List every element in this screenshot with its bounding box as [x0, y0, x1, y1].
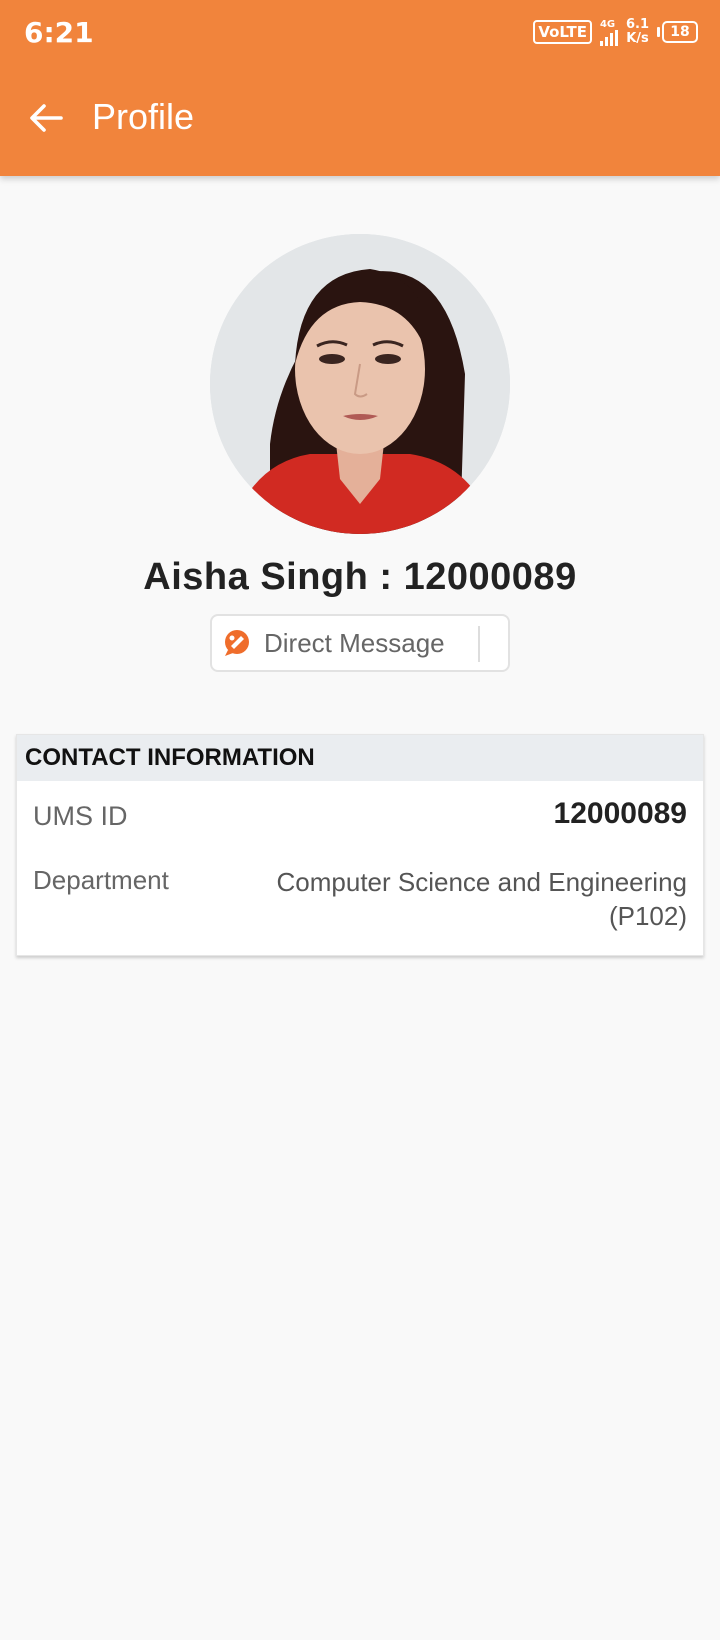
- battery-level: 18: [662, 21, 698, 43]
- app-bar: 6:21 VoLTE 4G 6.1 K/s 18 Profile: [0, 0, 720, 176]
- card-header: CONTACT INFORMATION: [17, 735, 703, 781]
- direct-message-label: Direct Message: [264, 627, 445, 658]
- ums-id-row: UMS ID 12000089: [33, 797, 687, 837]
- ums-id-label: UMS ID: [33, 801, 128, 831]
- speed-unit: K/s: [626, 31, 649, 46]
- avatar: [210, 234, 510, 534]
- status-time: 6:21: [24, 16, 94, 49]
- network-type: 4G: [599, 18, 616, 30]
- ums-id-value: 12000089: [553, 797, 687, 830]
- contact-information-card: CONTACT INFORMATION UMS ID 12000089 Depa…: [16, 734, 704, 956]
- department-label: Department: [33, 865, 169, 895]
- profile-photo: [210, 234, 510, 534]
- volte-badge: VoLTE: [533, 20, 592, 44]
- profile-name: Aisha Singh : 12000089: [143, 556, 577, 598]
- page-title: Profile: [92, 96, 195, 137]
- battery-icon: 18: [657, 21, 698, 43]
- status-icons: VoLTE 4G 6.1 K/s 18: [533, 14, 698, 50]
- arrow-left-icon[interactable]: [28, 100, 64, 136]
- direct-message-button[interactable]: Direct Message: [210, 614, 510, 672]
- network-speed: 6.1 K/s: [626, 18, 649, 46]
- signal-icon: 4G: [599, 18, 618, 46]
- chat-bubble-icon: [225, 630, 249, 656]
- department-value: Computer Science and Engineering (P102): [276, 867, 687, 931]
- speed-value: 6.1: [625, 17, 649, 32]
- button-divider: [478, 626, 480, 662]
- department-row: Department Computer Science and Engineer…: [33, 865, 687, 935]
